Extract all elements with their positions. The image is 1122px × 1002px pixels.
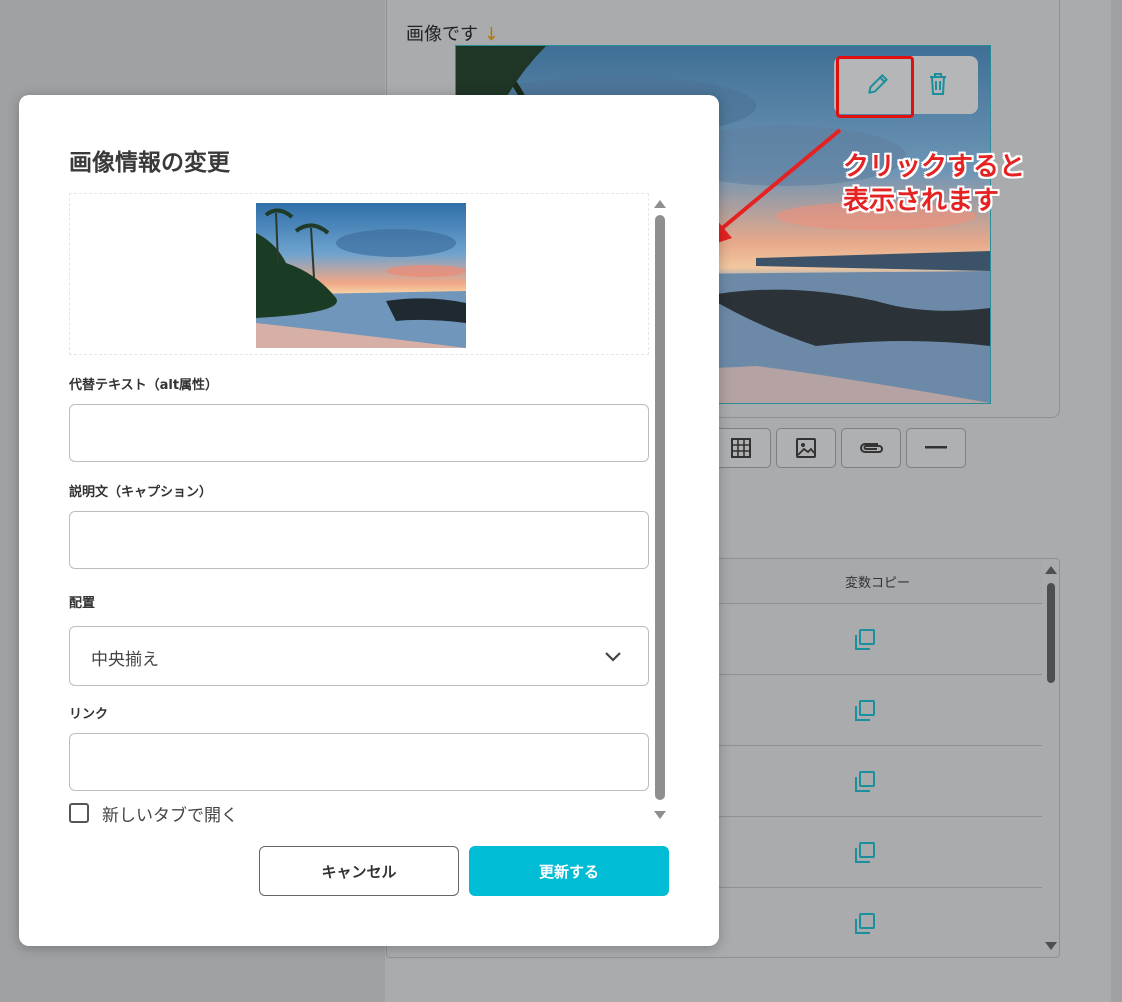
down-arrow-glyph: ↓	[483, 24, 499, 45]
caption-label: 説明文（キャプション）	[69, 485, 213, 500]
scroll-up-arrow-icon[interactable]	[1045, 565, 1057, 575]
horizontal-line-icon	[925, 446, 947, 449]
editor-content-text: 画像です ↓	[406, 20, 499, 46]
attach-file-button[interactable]	[841, 428, 901, 468]
scroll-up-arrow-icon[interactable]	[654, 199, 666, 209]
table-icon	[731, 438, 751, 458]
editor-text: 画像です	[406, 24, 478, 45]
copy-icon[interactable]	[852, 628, 876, 652]
column-header-variable-copy: 変数コピー	[845, 576, 911, 591]
callout-line-1: クリックすると	[843, 152, 1026, 182]
beach-sunset-thumbnail	[256, 203, 466, 348]
scroll-down-arrow-icon[interactable]	[1045, 941, 1057, 951]
copy-icon[interactable]	[852, 912, 876, 936]
copy-icon[interactable]	[852, 770, 876, 794]
edit-button-highlight	[836, 56, 914, 118]
new-tab-checkbox[interactable]	[69, 803, 89, 823]
scrollbar-thumb[interactable]	[655, 215, 665, 800]
chevron-down-icon	[605, 652, 621, 662]
insert-table-button[interactable]	[711, 428, 771, 468]
variable-table-scrollbar[interactable]	[1043, 559, 1059, 957]
trash-icon	[930, 73, 946, 95]
horizontal-rule-button[interactable]	[906, 428, 966, 468]
dialog-scroll-area[interactable]: 代替テキスト（alt属性） 説明文（キャプション） 配置 中央揃え リンク 新し…	[69, 193, 669, 827]
cancel-button[interactable]: キャンセル	[259, 846, 459, 896]
image-preview	[69, 193, 649, 355]
copy-icon[interactable]	[852, 841, 876, 865]
copy-icon[interactable]	[852, 699, 876, 723]
scroll-down-arrow-icon[interactable]	[654, 810, 666, 820]
update-button[interactable]: 更新する	[469, 846, 669, 896]
delete-image-button[interactable]	[916, 62, 960, 106]
insert-image-button[interactable]	[776, 428, 836, 468]
alt-text-input[interactable]	[69, 404, 649, 462]
alignment-selected-value: 中央揃え	[91, 650, 159, 670]
alignment-label: 配置	[69, 596, 96, 611]
paperclip-icon	[860, 443, 883, 453]
image-info-dialog: 画像情報の変更 代替テキスト（alt属性） 説明文（キャプション） 配置 中央揃…	[19, 95, 719, 946]
callout-line-2: 表示されます	[843, 186, 1000, 216]
scrollbar-thumb[interactable]	[1047, 583, 1055, 683]
dialog-title: 画像情報の変更	[69, 150, 230, 176]
image-preview-thumbnail	[256, 203, 466, 348]
dialog-scrollbar[interactable]	[652, 195, 668, 820]
image-icon	[796, 438, 816, 458]
alignment-select[interactable]: 中央揃え	[69, 626, 649, 686]
link-label: リンク	[69, 707, 109, 722]
caption-input[interactable]	[69, 511, 649, 569]
new-tab-label[interactable]: 新しいタブで開く	[102, 801, 238, 826]
alt-text-label: 代替テキスト（alt属性）	[69, 378, 219, 393]
annotation-callout: クリックすると 表示されます	[843, 150, 1025, 218]
link-input[interactable]	[69, 733, 649, 791]
